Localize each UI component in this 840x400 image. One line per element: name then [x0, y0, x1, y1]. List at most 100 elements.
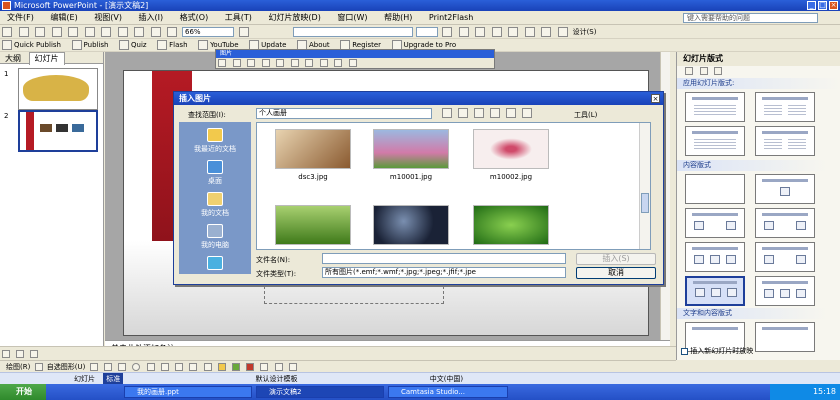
- quiz-button[interactable]: Quiz: [131, 41, 147, 49]
- publish-button[interactable]: Publish: [84, 41, 109, 49]
- align-left-icon[interactable]: [491, 27, 502, 37]
- dialog-close-button[interactable]: ×: [651, 94, 660, 103]
- cut-icon[interactable]: [84, 27, 95, 37]
- select-objects-icon[interactable]: [34, 363, 43, 371]
- contrast-icon[interactable]: [247, 59, 256, 67]
- place-recent[interactable]: 我最近的文档: [179, 128, 251, 154]
- menu-tools[interactable]: 工具(T): [218, 11, 259, 24]
- underline-icon[interactable]: [475, 27, 486, 37]
- filetype-select[interactable]: 所有图片(*.emf;*.wmf;*.jpg;*.jpeg;*.jfif;*.j…: [322, 267, 566, 278]
- file-item[interactable]: m10001.jpg: [371, 129, 451, 181]
- tools-menu[interactable]: 工具(L): [574, 110, 597, 120]
- insert-button[interactable]: 插入(S): [576, 253, 656, 265]
- layout-four-content-b[interactable]: [755, 276, 815, 306]
- font-color-icon[interactable]: [246, 363, 255, 371]
- bold-icon[interactable]: [442, 27, 453, 37]
- youtube-button[interactable]: YouTube: [210, 41, 238, 49]
- zoom-select[interactable]: 66%: [182, 27, 235, 37]
- reset-picture-icon[interactable]: [348, 59, 357, 67]
- draw-menu[interactable]: 绘图(R): [6, 363, 30, 371]
- quick-publish-button[interactable]: Quick Publish: [14, 41, 61, 49]
- arrow-icon[interactable]: [103, 363, 112, 371]
- layout-blank[interactable]: [685, 174, 745, 204]
- font-color-icon[interactable]: [558, 27, 569, 37]
- file-item[interactable]: [371, 205, 451, 249]
- cancel-button[interactable]: 取消: [576, 267, 656, 279]
- menu-insert[interactable]: 插入(I): [132, 11, 171, 24]
- font-select[interactable]: [293, 27, 414, 37]
- new-folder-icon[interactable]: [506, 108, 516, 118]
- new-icon[interactable]: [2, 27, 12, 37]
- forward-icon[interactable]: [699, 67, 708, 75]
- open-icon[interactable]: [18, 27, 29, 37]
- diagram-icon[interactable]: [175, 363, 184, 371]
- place-my-documents[interactable]: 我的文档: [179, 192, 251, 218]
- views-icon[interactable]: [522, 108, 532, 118]
- paste-icon[interactable]: [117, 27, 128, 37]
- update-button[interactable]: Update: [261, 41, 286, 49]
- layout-content-c[interactable]: [685, 242, 745, 272]
- picture-icon[interactable]: [203, 363, 212, 371]
- layout-content-b[interactable]: [755, 208, 815, 238]
- place-desktop[interactable]: 桌面: [179, 160, 251, 186]
- layout-text-right[interactable]: [685, 126, 745, 156]
- print-icon[interactable]: [51, 27, 62, 37]
- layout-content-a[interactable]: [685, 208, 745, 238]
- home-icon[interactable]: [714, 67, 723, 75]
- slide-thumbnail-1[interactable]: [18, 68, 98, 110]
- copy-icon[interactable]: [101, 27, 112, 37]
- up-folder-icon[interactable]: [458, 108, 468, 118]
- menu-file[interactable]: 文件(F): [0, 11, 41, 24]
- slide-thumbnail-2[interactable]: [18, 110, 98, 152]
- help-search-input[interactable]: 键入需要帮助的问题: [683, 13, 818, 23]
- scroll-thumb[interactable]: [641, 193, 649, 213]
- fill-color-icon[interactable]: [217, 363, 226, 371]
- brightness-icon[interactable]: [261, 59, 270, 67]
- design-button[interactable]: 设计(S): [573, 27, 597, 37]
- show-on-insert-checkbox[interactable]: 插入新幻灯片时放映: [681, 346, 753, 356]
- upgrade-button[interactable]: Upgrade to Pro: [404, 41, 457, 49]
- rotate-icon[interactable]: [290, 59, 299, 67]
- line-icon[interactable]: [89, 363, 98, 371]
- place-my-computer[interactable]: 我的电脑: [179, 224, 251, 250]
- about-button[interactable]: About: [309, 41, 330, 49]
- layout-two-text[interactable]: [755, 92, 815, 122]
- compress-icon[interactable]: [319, 59, 328, 67]
- clipart-icon[interactable]: [189, 363, 198, 371]
- normal-view-icon[interactable]: [2, 350, 10, 358]
- menu-window[interactable]: 窗口(W): [330, 11, 374, 24]
- layout-four-content[interactable]: [685, 276, 745, 306]
- align-center-icon[interactable]: [508, 27, 519, 37]
- menu-help[interactable]: 帮助(H): [377, 11, 419, 24]
- lookin-select[interactable]: 个人画册: [256, 108, 432, 119]
- chart-icon[interactable]: [150, 27, 161, 37]
- crop-icon[interactable]: [276, 59, 285, 67]
- font-size-select[interactable]: [415, 27, 438, 37]
- menu-format[interactable]: 格式(O): [173, 11, 216, 24]
- filename-input[interactable]: [322, 253, 566, 264]
- layout-content[interactable]: [755, 174, 815, 204]
- start-button[interactable]: 开始: [0, 384, 46, 400]
- save-icon[interactable]: [35, 27, 46, 37]
- 3d-icon[interactable]: [288, 363, 297, 371]
- autoshapes-menu[interactable]: 自选图形(U): [47, 363, 86, 371]
- back-icon[interactable]: [685, 67, 693, 75]
- minimize-button[interactable]: _: [807, 1, 816, 10]
- wordart-icon[interactable]: [160, 363, 169, 371]
- undo-icon[interactable]: [134, 27, 145, 37]
- menu-print2flash[interactable]: Print2Flash: [422, 11, 480, 24]
- textbox-icon[interactable]: [146, 363, 155, 371]
- line-style-icon[interactable]: [305, 59, 314, 67]
- layout-text-content-b[interactable]: [755, 322, 815, 352]
- rectangle-icon[interactable]: [118, 363, 127, 371]
- file-item[interactable]: m10002.jpg: [471, 129, 551, 181]
- italic-icon[interactable]: [458, 27, 469, 37]
- slideshow-view-icon[interactable]: [30, 350, 39, 358]
- register-button[interactable]: Register: [352, 41, 381, 49]
- layout-title-text[interactable]: [685, 92, 745, 122]
- file-item[interactable]: dsc3.jpg: [273, 129, 353, 181]
- format-picture-icon[interactable]: [334, 59, 343, 67]
- file-item[interactable]: [471, 205, 551, 249]
- shadow-icon[interactable]: [274, 363, 283, 371]
- tab-slides[interactable]: 幻灯片: [28, 52, 65, 65]
